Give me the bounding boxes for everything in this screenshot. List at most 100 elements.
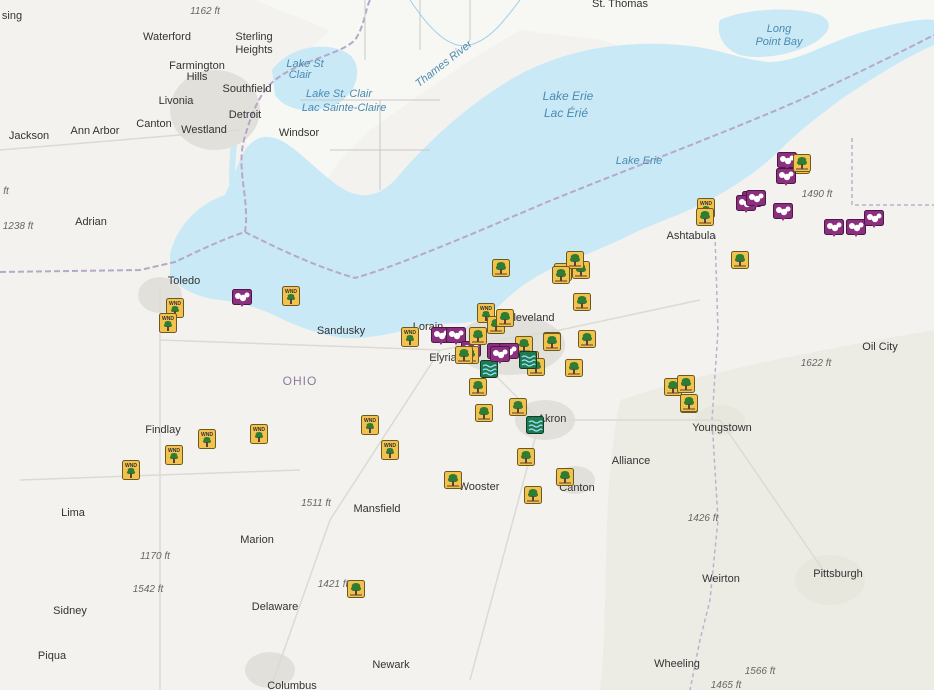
tree-damage-marker[interactable]	[677, 375, 695, 393]
tree-icon	[444, 471, 462, 489]
label-1162: 1162 ft	[190, 6, 220, 17]
tree-damage-marker[interactable]	[556, 468, 574, 486]
label-alliance: Alliance	[611, 455, 651, 467]
tree-damage-marker[interactable]	[573, 293, 591, 311]
label-findlay: Findlay	[145, 424, 181, 436]
label-pittsburgh: Pittsburgh	[813, 568, 863, 580]
label-oilcity: Oil City	[862, 341, 898, 353]
label-sidney: Sidney	[53, 605, 87, 617]
hail-icon	[864, 210, 884, 228]
tree-icon: WND	[165, 445, 183, 465]
label-wheeling: Wheeling	[654, 658, 700, 670]
wind-damage-marker[interactable]: WND	[282, 286, 300, 306]
tree-icon	[469, 378, 487, 396]
label-adrian: Adrian	[75, 216, 107, 228]
tree-icon	[696, 208, 714, 226]
label-ohio: OHIO	[282, 374, 318, 388]
tree-damage-marker[interactable]	[492, 259, 510, 277]
tree-damage-marker[interactable]	[552, 266, 570, 284]
label-youngstown: Youngstown	[692, 422, 752, 434]
wind-damage-marker[interactable]: WND	[159, 313, 177, 333]
tree-icon: WND	[361, 415, 379, 435]
label-1238: 1238 ft	[2, 221, 34, 232]
label-1426: 1426 ft	[687, 513, 719, 524]
tree-damage-marker[interactable]	[524, 486, 542, 504]
tree-damage-marker[interactable]	[793, 154, 811, 172]
wind-damage-marker[interactable]: WND	[361, 415, 379, 435]
label-elyria: Elyria	[429, 352, 457, 364]
label-1622: 1622 ft	[800, 358, 832, 369]
tree-damage-marker[interactable]	[578, 330, 596, 348]
tree-icon	[793, 154, 811, 172]
hail-report-marker[interactable]	[773, 203, 793, 221]
hail-report-marker[interactable]	[746, 190, 766, 208]
tree-damage-marker[interactable]	[347, 580, 365, 598]
tree-damage-marker[interactable]	[475, 404, 493, 422]
wind-damage-marker[interactable]: WND	[165, 445, 183, 465]
tree-damage-marker[interactable]	[509, 398, 527, 416]
wind-damage-marker[interactable]: WND	[198, 429, 216, 449]
tree-damage-marker[interactable]	[565, 359, 583, 377]
tree-damage-marker[interactable]	[731, 251, 749, 269]
tree-damage-marker[interactable]	[469, 378, 487, 396]
tree-damage-marker[interactable]	[543, 333, 561, 351]
tree-icon	[509, 398, 527, 416]
label-1490: 1490 ft	[801, 189, 833, 200]
hail-report-marker[interactable]	[490, 346, 510, 364]
flood-icon	[526, 416, 544, 434]
tree-icon	[677, 375, 695, 393]
hail-report-marker[interactable]	[824, 219, 844, 237]
label-lakeerie2: Lac Érié	[543, 106, 589, 120]
tree-icon: WND	[122, 460, 140, 480]
label-delaware: Delaware	[251, 601, 299, 613]
label-detroit: Detroit	[228, 109, 262, 121]
tree-damage-marker[interactable]	[696, 208, 714, 226]
hail-icon	[846, 219, 866, 237]
label-jackson: Jackson	[8, 130, 50, 142]
label-ft_left: ft	[3, 186, 9, 197]
hail-icon	[824, 219, 844, 237]
tree-damage-marker[interactable]	[469, 327, 487, 345]
flood-report-marker[interactable]	[526, 416, 544, 434]
hail-icon	[746, 190, 766, 208]
tree-icon	[496, 309, 514, 327]
tree-icon	[347, 580, 365, 598]
wind-damage-marker[interactable]: WND	[122, 460, 140, 480]
label-columbus: Columbus	[267, 680, 317, 690]
tree-damage-marker[interactable]	[444, 471, 462, 489]
hail-icon	[490, 346, 510, 364]
label-livonia: Livonia	[158, 95, 194, 107]
tree-icon	[578, 330, 596, 348]
label-longpoint1: Long	[766, 23, 792, 35]
tree-damage-marker[interactable]	[496, 309, 514, 327]
label-ashtabula: Ashtabula	[666, 230, 716, 242]
wind-damage-marker[interactable]: WND	[401, 327, 419, 347]
hail-report-marker[interactable]	[776, 168, 796, 186]
wind-damage-marker[interactable]: WND	[381, 440, 399, 460]
wind-damage-marker[interactable]: WND	[250, 424, 268, 444]
label-1542: 1542 ft	[132, 584, 164, 595]
tree-icon	[731, 251, 749, 269]
label-lakestclair4: Lac Sainte-Claire	[301, 102, 387, 114]
tree-damage-marker[interactable]	[455, 346, 473, 364]
hail-report-marker[interactable]	[232, 289, 252, 307]
label-canton_mi: Canton	[136, 118, 172, 130]
map[interactable]: sing 1162 ft Waterford Sterling Heights Farmi…	[0, 0, 934, 690]
flood-report-marker[interactable]	[519, 351, 537, 369]
tree-icon	[524, 486, 542, 504]
label-stthomas: St. Thomas	[591, 0, 649, 10]
tree-icon	[565, 359, 583, 377]
tree-damage-marker[interactable]	[680, 394, 698, 412]
label-piqua: Piqua	[37, 650, 67, 662]
tree-icon: WND	[198, 429, 216, 449]
label-sandusky: Sandusky	[316, 325, 366, 337]
tree-damage-marker[interactable]	[517, 448, 535, 466]
hail-report-marker[interactable]	[864, 210, 884, 228]
label-mansfield: Mansfield	[353, 503, 401, 515]
tree-icon: WND	[282, 286, 300, 306]
tree-icon	[492, 259, 510, 277]
label-waterford: Waterford	[143, 31, 191, 43]
hail-report-marker[interactable]	[846, 219, 866, 237]
label-toledo: Toledo	[167, 275, 201, 287]
label-lima: Lima	[61, 507, 85, 519]
